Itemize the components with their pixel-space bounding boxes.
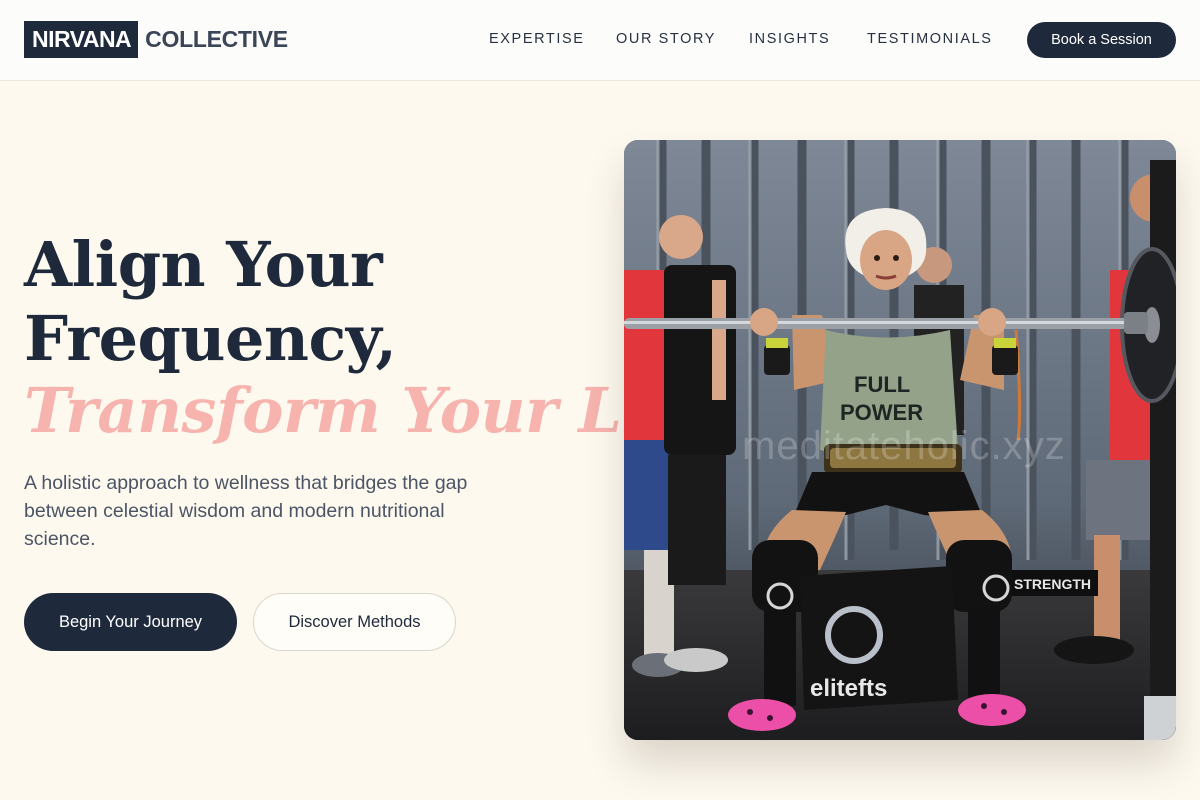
svg-text:FULL: FULL xyxy=(854,372,910,397)
hero-headline-line-2: Frequency, xyxy=(24,302,397,375)
hero-headline-line-1: Align Your xyxy=(24,228,383,301)
svg-text:POWER: POWER xyxy=(840,400,923,425)
nav-link-testimonials[interactable]: TESTIMONIALS xyxy=(867,29,993,49)
svg-text:elitefts: elitefts xyxy=(810,675,887,702)
nav-link-insights[interactable]: INSIGHTS xyxy=(749,29,830,49)
book-session-button[interactable]: Book a Session xyxy=(1027,22,1176,58)
begin-journey-button[interactable]: Begin Your Journey xyxy=(24,593,237,651)
nav-link-expertise[interactable]: EXPERTISE xyxy=(489,29,585,49)
brand-logo[interactable]: NIRVANA COLLECTIVE xyxy=(24,21,288,58)
nav-link-our-story[interactable]: OUR STORY xyxy=(616,29,716,49)
image-watermark: meditateholic.xyz xyxy=(742,424,1066,468)
site-header: NIRVANA COLLECTIVE EXPERTISE OUR STORY I… xyxy=(0,0,1200,81)
logo-secondary-text: COLLECTIVE xyxy=(145,26,288,52)
logo-primary-text: NIRVANA xyxy=(24,21,139,58)
hero-photo: STRENGTH FULL POWER elitefts meditatehol… xyxy=(624,140,1176,740)
hero-description: A holistic approach to wellness that bri… xyxy=(24,472,468,550)
svg-text:STRENGTH: STRENGTH xyxy=(1014,576,1091,592)
discover-methods-button[interactable]: Discover Methods xyxy=(253,593,456,651)
